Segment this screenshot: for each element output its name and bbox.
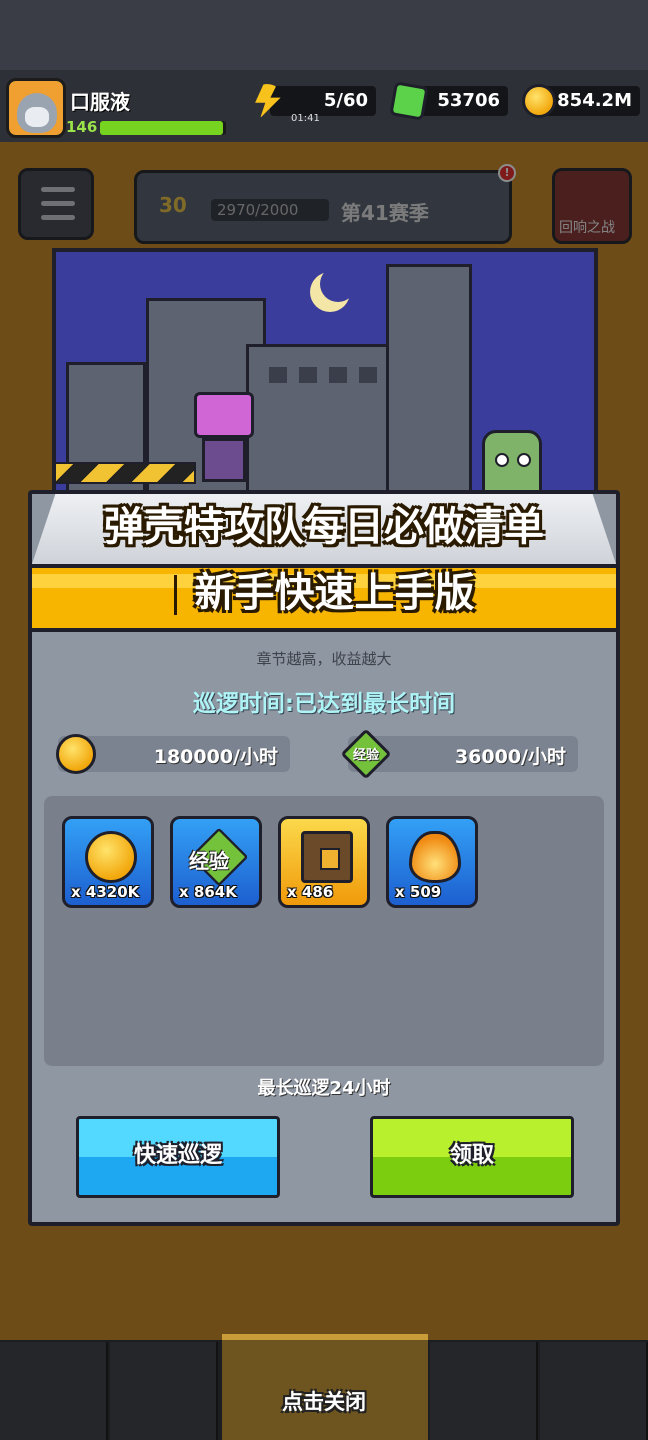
claim-button[interactable]: 领取 <box>370 1116 574 1198</box>
patrol-hint: 章节越高，收益越大 <box>256 650 392 668</box>
gold-coin-icon <box>85 831 137 883</box>
gold-coin-icon <box>56 734 96 774</box>
tap-to-close[interactable]: 点击关闭 <box>0 1386 648 1416</box>
player-name: 口服液 <box>70 90 130 114</box>
xp-bar-fill <box>100 121 224 135</box>
moon-icon <box>310 266 356 312</box>
overlay-subtitle-text: 新手快速上手版 <box>194 570 475 616</box>
reward-count: x 509 <box>395 883 442 901</box>
exp-reward-label: 经验 <box>189 849 229 873</box>
gold-value: 854.2M <box>557 90 632 111</box>
road-barrier <box>56 462 196 484</box>
reward-chest[interactable]: x 486 <box>278 816 370 908</box>
avatar[interactable] <box>6 78 66 138</box>
reward-count: x 864K <box>179 883 237 901</box>
max-patrol-duration: 最长巡逻24小时 <box>257 1078 391 1099</box>
energy-counter[interactable]: 5/60 <box>270 86 376 116</box>
status-bar-area <box>0 0 648 70</box>
subtitle-divider <box>173 575 177 615</box>
patrol-time-status: 巡逻时间:已达到最长时间 <box>192 691 456 717</box>
hero-character <box>184 392 264 482</box>
reward-gold[interactable]: x 4320K <box>62 816 154 908</box>
reward-exp[interactable]: 经验 x 864K <box>170 816 262 908</box>
gem-icon <box>389 81 429 121</box>
chest-icon <box>301 831 353 883</box>
reward-count: x 486 <box>287 883 334 901</box>
reward-flame[interactable]: x 509 <box>386 816 478 908</box>
gem-value: 53706 <box>437 90 500 111</box>
xp-bar <box>100 121 226 135</box>
energy-timer: 01:41 <box>291 113 320 124</box>
overlay-subtitle: 新手快速上手版 <box>0 560 648 618</box>
exp-rate-value: 36000/小时 <box>454 746 566 768</box>
player-level: 146 <box>66 118 98 136</box>
overlay-title: 弹壳特攻队每日必做清单 <box>104 504 544 550</box>
quick-patrol-button[interactable]: 快速巡逻 <box>76 1116 280 1198</box>
cat-avatar-icon <box>17 93 57 133</box>
gold-coin-icon <box>522 84 556 118</box>
energy-value: 5/60 <box>323 90 368 111</box>
gold-rate-value: 180000/小时 <box>153 746 278 768</box>
reward-count: x 4320K <box>71 883 140 901</box>
exp-icon-label: 经验 <box>352 748 379 763</box>
flame-icon <box>409 831 461 883</box>
